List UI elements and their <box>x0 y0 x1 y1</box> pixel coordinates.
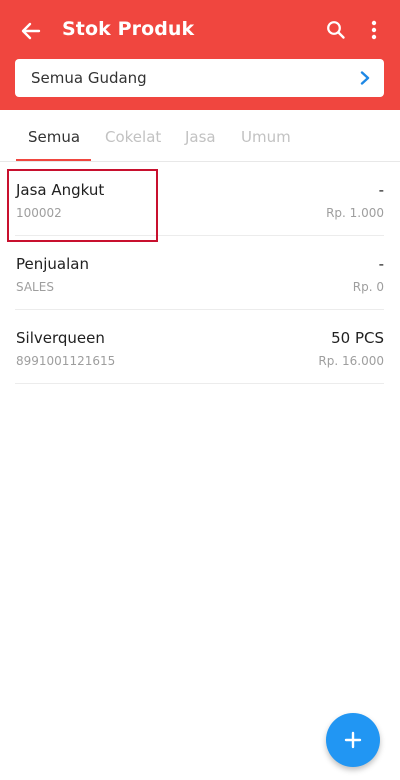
stock-product-screen: Stok Produk Semua Gudang Semua Cokelat J… <box>0 0 400 780</box>
product-price: Rp. 16.000 <box>318 354 384 368</box>
product-name: Penjualan <box>16 255 89 273</box>
tab-jasa[interactable]: Jasa <box>185 128 216 146</box>
active-tab-indicator <box>16 159 91 161</box>
product-code: 8991001121615 <box>16 354 116 368</box>
search-button[interactable] <box>322 16 350 44</box>
chevron-right-icon <box>360 71 370 85</box>
tab-cokelat[interactable]: Cokelat <box>105 128 161 146</box>
page-title: Stok Produk <box>62 18 195 40</box>
product-stock: - <box>378 255 384 273</box>
app-bar: Stok Produk Semua Gudang <box>0 0 400 110</box>
product-stock: - <box>378 181 384 199</box>
product-code: 100002 <box>16 206 62 220</box>
search-icon <box>327 21 345 39</box>
more-vert-icon <box>371 20 377 40</box>
warehouse-label: Semua Gudang <box>31 69 147 87</box>
product-name: Silverqueen <box>16 329 105 347</box>
product-name: Jasa Angkut <box>16 181 105 199</box>
product-row[interactable]: Jasa Angkut 100002 - Rp. 1.000 <box>15 162 384 236</box>
product-stock: 50 PCS <box>331 329 384 347</box>
product-row[interactable]: Silverqueen 8991001121615 50 PCS Rp. 16.… <box>15 310 384 384</box>
warehouse-selector[interactable]: Semua Gudang <box>15 59 384 97</box>
product-price: Rp. 1.000 <box>326 206 384 220</box>
arrow-back-icon <box>21 22 41 40</box>
add-product-button[interactable] <box>326 713 380 767</box>
more-options-button[interactable] <box>360 16 388 44</box>
back-button[interactable] <box>16 16 46 46</box>
product-price: Rp. 0 <box>352 280 384 294</box>
tab-semua[interactable]: Semua <box>28 128 80 146</box>
category-tabs: Semua Cokelat Jasa Umum <box>0 110 400 162</box>
product-row[interactable]: Penjualan SALES - Rp. 0 <box>15 236 384 310</box>
add-icon <box>344 731 362 749</box>
tab-umum[interactable]: Umum <box>241 128 291 146</box>
product-code: SALES <box>16 280 54 294</box>
